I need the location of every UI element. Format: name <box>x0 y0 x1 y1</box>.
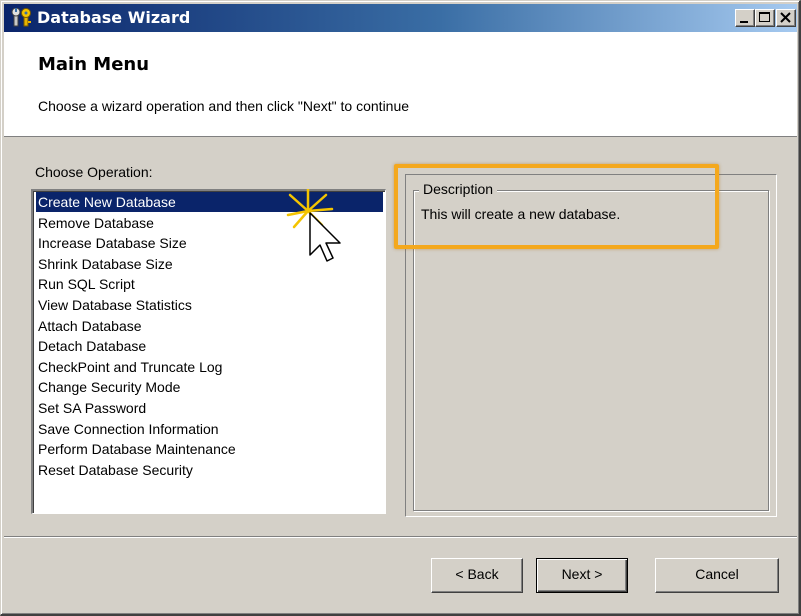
close-icon <box>780 12 791 23</box>
page-subtitle: Choose a wizard operation and then click… <box>38 98 410 114</box>
cancel-button[interactable]: Cancel <box>655 558 779 593</box>
click-burst-cursor-icon <box>286 189 341 262</box>
operation-list-item[interactable]: Attach Database <box>36 316 383 336</box>
operation-list-item[interactable]: Run SQL Script <box>36 274 383 294</box>
close-button[interactable] <box>776 9 796 27</box>
operation-list-item[interactable]: View Database Statistics <box>36 295 383 315</box>
operation-list-item[interactable]: Set SA Password <box>36 398 383 418</box>
title-bar[interactable]: Database Wizard <box>4 4 797 32</box>
callout-highlight-box <box>394 164 719 249</box>
maximize-icon <box>759 12 770 22</box>
operation-list-item[interactable]: CheckPoint and Truncate Log <box>36 357 383 377</box>
operation-list-item[interactable]: Save Connection Information <box>36 419 383 439</box>
minimize-icon <box>740 21 748 23</box>
next-button[interactable]: Next > <box>536 558 628 593</box>
footer-separator-highlight <box>4 537 797 538</box>
maximize-button[interactable] <box>755 9 775 27</box>
page-title: Main Menu <box>38 54 150 75</box>
operation-list-item[interactable]: Perform Database Maintenance <box>36 439 383 459</box>
wrench-key-icon <box>11 8 31 27</box>
operation-list-item[interactable]: Detach Database <box>36 336 383 356</box>
operation-list-item[interactable]: Change Security Mode <box>36 377 383 397</box>
database-wizard-window: Database Wizard Main Menu Choose a wizar… <box>0 0 801 616</box>
wizard-header: Main Menu Choose a wizard operation and … <box>4 32 797 137</box>
window-title: Database Wizard <box>37 8 191 27</box>
choose-operation-label: Choose Operation: <box>35 164 153 180</box>
minimize-button[interactable] <box>735 9 755 27</box>
operation-list-item[interactable]: Reset Database Security <box>36 460 383 480</box>
back-button[interactable]: < Back <box>431 558 523 593</box>
